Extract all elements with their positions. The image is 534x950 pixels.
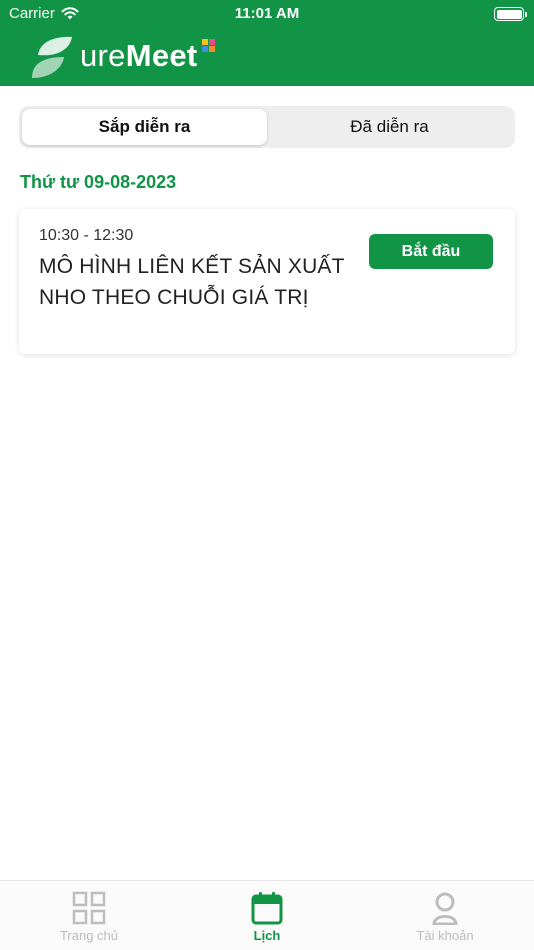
status-time: 11:01 AM <box>234 5 300 22</box>
tab-calendar-label: Lịch <box>253 928 281 943</box>
header-bar: Carrier 11:01 AM ureMeet <box>0 0 534 86</box>
calendar-icon <box>251 892 283 925</box>
app-screen: Carrier 11:01 AM ureMeet Sắp diễn ra Đã … <box>0 0 534 950</box>
tab-home[interactable]: Trang chủ <box>0 881 178 950</box>
meeting-card[interactable]: 10:30 - 12:30 MÔ HÌNH LIÊN KẾT SẢN XUẤT … <box>19 209 515 354</box>
date-heading: Thứ tư 09-08-2023 <box>20 172 177 192</box>
start-meeting-button[interactable]: Bắt đầu <box>369 234 493 269</box>
user-icon <box>432 892 458 925</box>
logo-wordmark: ureMeet <box>80 38 198 74</box>
status-bar: Carrier 11:01 AM <box>0 0 534 28</box>
tab-account-label: Tài khoản <box>416 928 474 943</box>
suremeet-logo: ureMeet <box>30 32 215 80</box>
logo-text-bold: Meet <box>125 38 198 73</box>
logo-color-grid-icon <box>202 39 215 52</box>
leaf-logo-icon <box>32 36 72 78</box>
meeting-title: MÔ HÌNH LIÊN KẾT SẢN XUẤT NHO THEO CHUỖI… <box>39 255 345 309</box>
tab-calendar[interactable]: Lịch <box>178 881 356 950</box>
tab-upcoming[interactable]: Sắp diễn ra <box>22 109 267 145</box>
bottom-tab-bar: Trang chủ Lịch Tài khoản <box>0 880 534 950</box>
tab-account[interactable]: Tài khoản <box>356 881 534 950</box>
meeting-time: 10:30 - 12:30 <box>39 227 134 244</box>
tab-past[interactable]: Đã diễn ra <box>267 109 512 145</box>
logo-text-thin: ure <box>80 38 126 73</box>
schedule-segmented-control: Sắp diễn ra Đã diễn ra <box>19 106 515 148</box>
battery-icon <box>494 7 527 21</box>
tab-home-label: Trang chủ <box>59 928 119 943</box>
grid-icon <box>72 891 106 925</box>
